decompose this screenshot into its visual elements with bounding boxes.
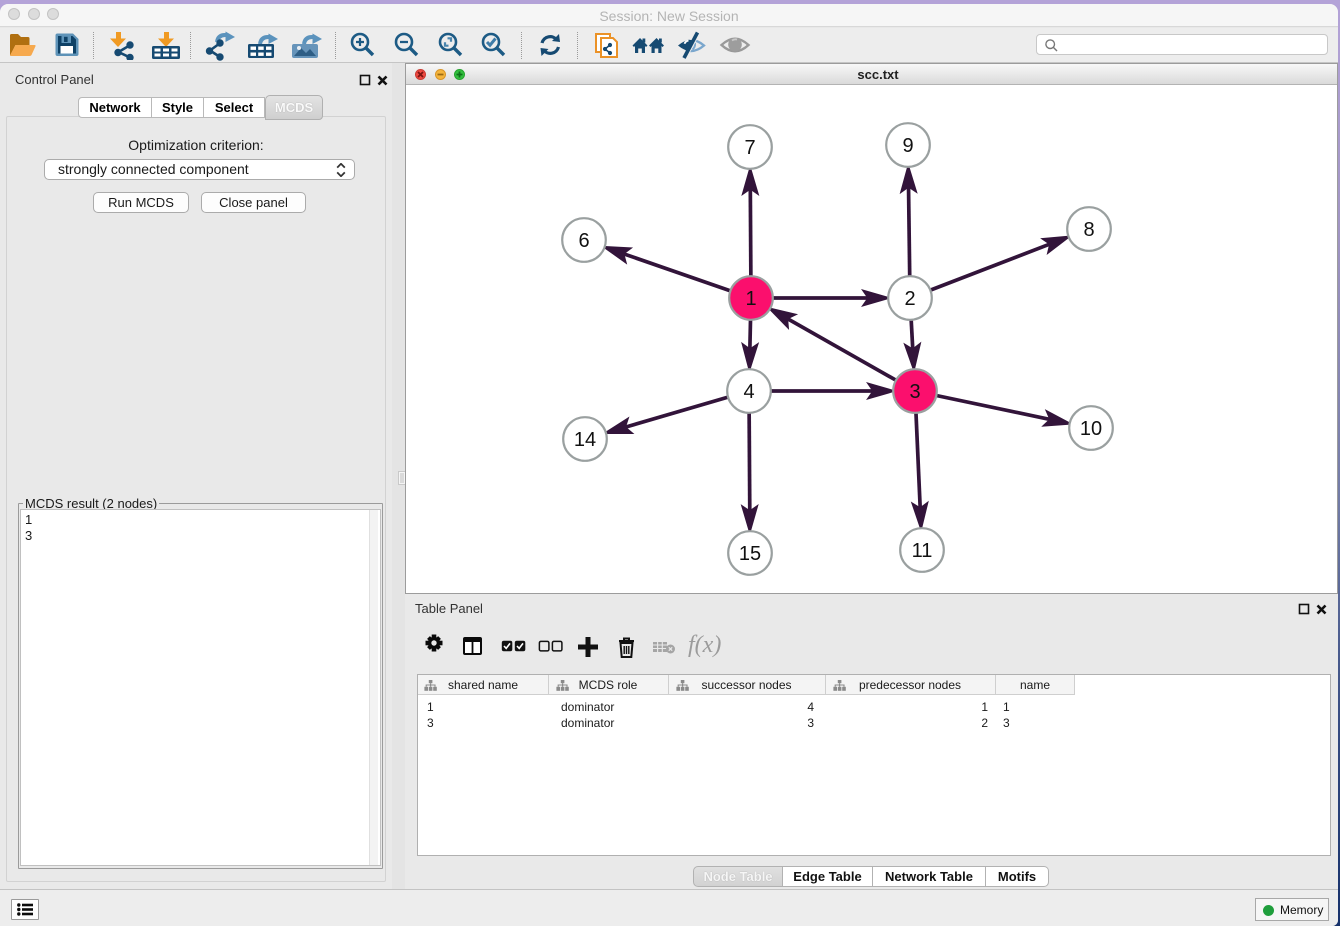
svg-text:9: 9 <box>902 135 913 157</box>
svg-text:8: 8 <box>1083 219 1094 241</box>
svg-text:14: 14 <box>574 429 596 451</box>
svg-text:7: 7 <box>744 137 755 159</box>
svg-text:1: 1 <box>745 288 756 310</box>
svg-text:15: 15 <box>739 543 761 565</box>
svg-text:6: 6 <box>578 230 589 252</box>
svg-text:2: 2 <box>904 288 915 310</box>
svg-text:4: 4 <box>743 381 754 403</box>
svg-text:11: 11 <box>912 540 933 562</box>
svg-text:3: 3 <box>909 381 920 403</box>
svg-text:10: 10 <box>1080 418 1102 440</box>
